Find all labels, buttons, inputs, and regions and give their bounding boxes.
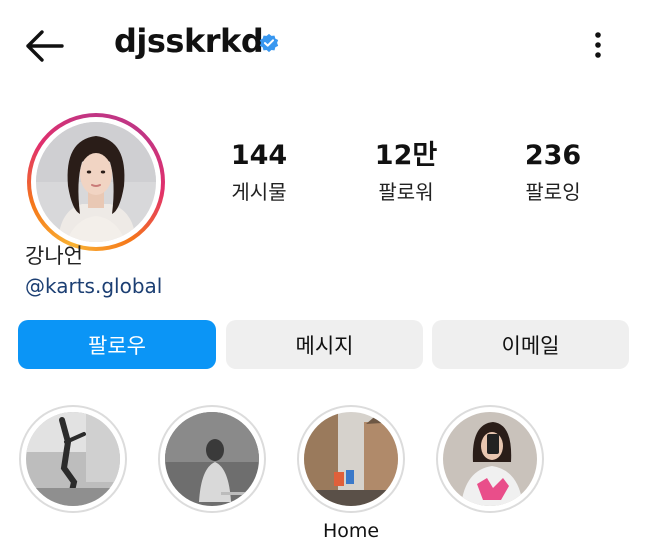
verified-badge-icon <box>259 33 279 53</box>
following-count-label: 팔로잉 <box>525 180 581 204</box>
following-count-value: 236 <box>524 140 582 171</box>
arrow-left-icon <box>26 30 64 62</box>
story-highlight[interactable] <box>436 405 544 513</box>
bio-mention-link[interactable]: @karts.global <box>25 274 162 298</box>
story-highlight[interactable] <box>297 405 405 513</box>
highlight-thumbnail <box>443 412 537 506</box>
avatar <box>36 122 156 242</box>
highlight-thumbnail <box>165 412 259 506</box>
posts-count-label: 게시물 <box>231 180 287 204</box>
highlight-label: Home <box>322 520 380 542</box>
posts-count[interactable]: 144 게시물 <box>199 138 319 205</box>
followers-count-value: 12만 <box>374 140 438 171</box>
email-button[interactable]: 이메일 <box>432 320 629 369</box>
story-highlight[interactable] <box>158 405 266 513</box>
followers-count-label: 팔로워 <box>378 180 434 204</box>
highlight-thumbnail <box>304 412 398 506</box>
profile-photo <box>36 122 156 242</box>
message-button[interactable]: 메시지 <box>226 320 423 369</box>
posts-count-value: 144 <box>230 140 288 171</box>
back-button[interactable] <box>22 24 66 68</box>
avatar-story-ring[interactable] <box>27 113 165 251</box>
more-options-button[interactable] <box>582 28 614 64</box>
profile-header: djsskrkd <box>0 0 648 92</box>
display-name: 강나언 <box>25 244 83 268</box>
followers-count[interactable]: 12만 팔로워 <box>346 138 466 205</box>
more-vertical-icon <box>595 32 601 58</box>
profile-username: djsskrkd <box>114 22 264 60</box>
highlight-thumbnail <box>26 412 120 506</box>
story-highlight[interactable] <box>19 405 127 513</box>
follow-button[interactable]: 팔로우 <box>18 320 216 369</box>
following-count[interactable]: 236 팔로잉 <box>493 138 613 205</box>
